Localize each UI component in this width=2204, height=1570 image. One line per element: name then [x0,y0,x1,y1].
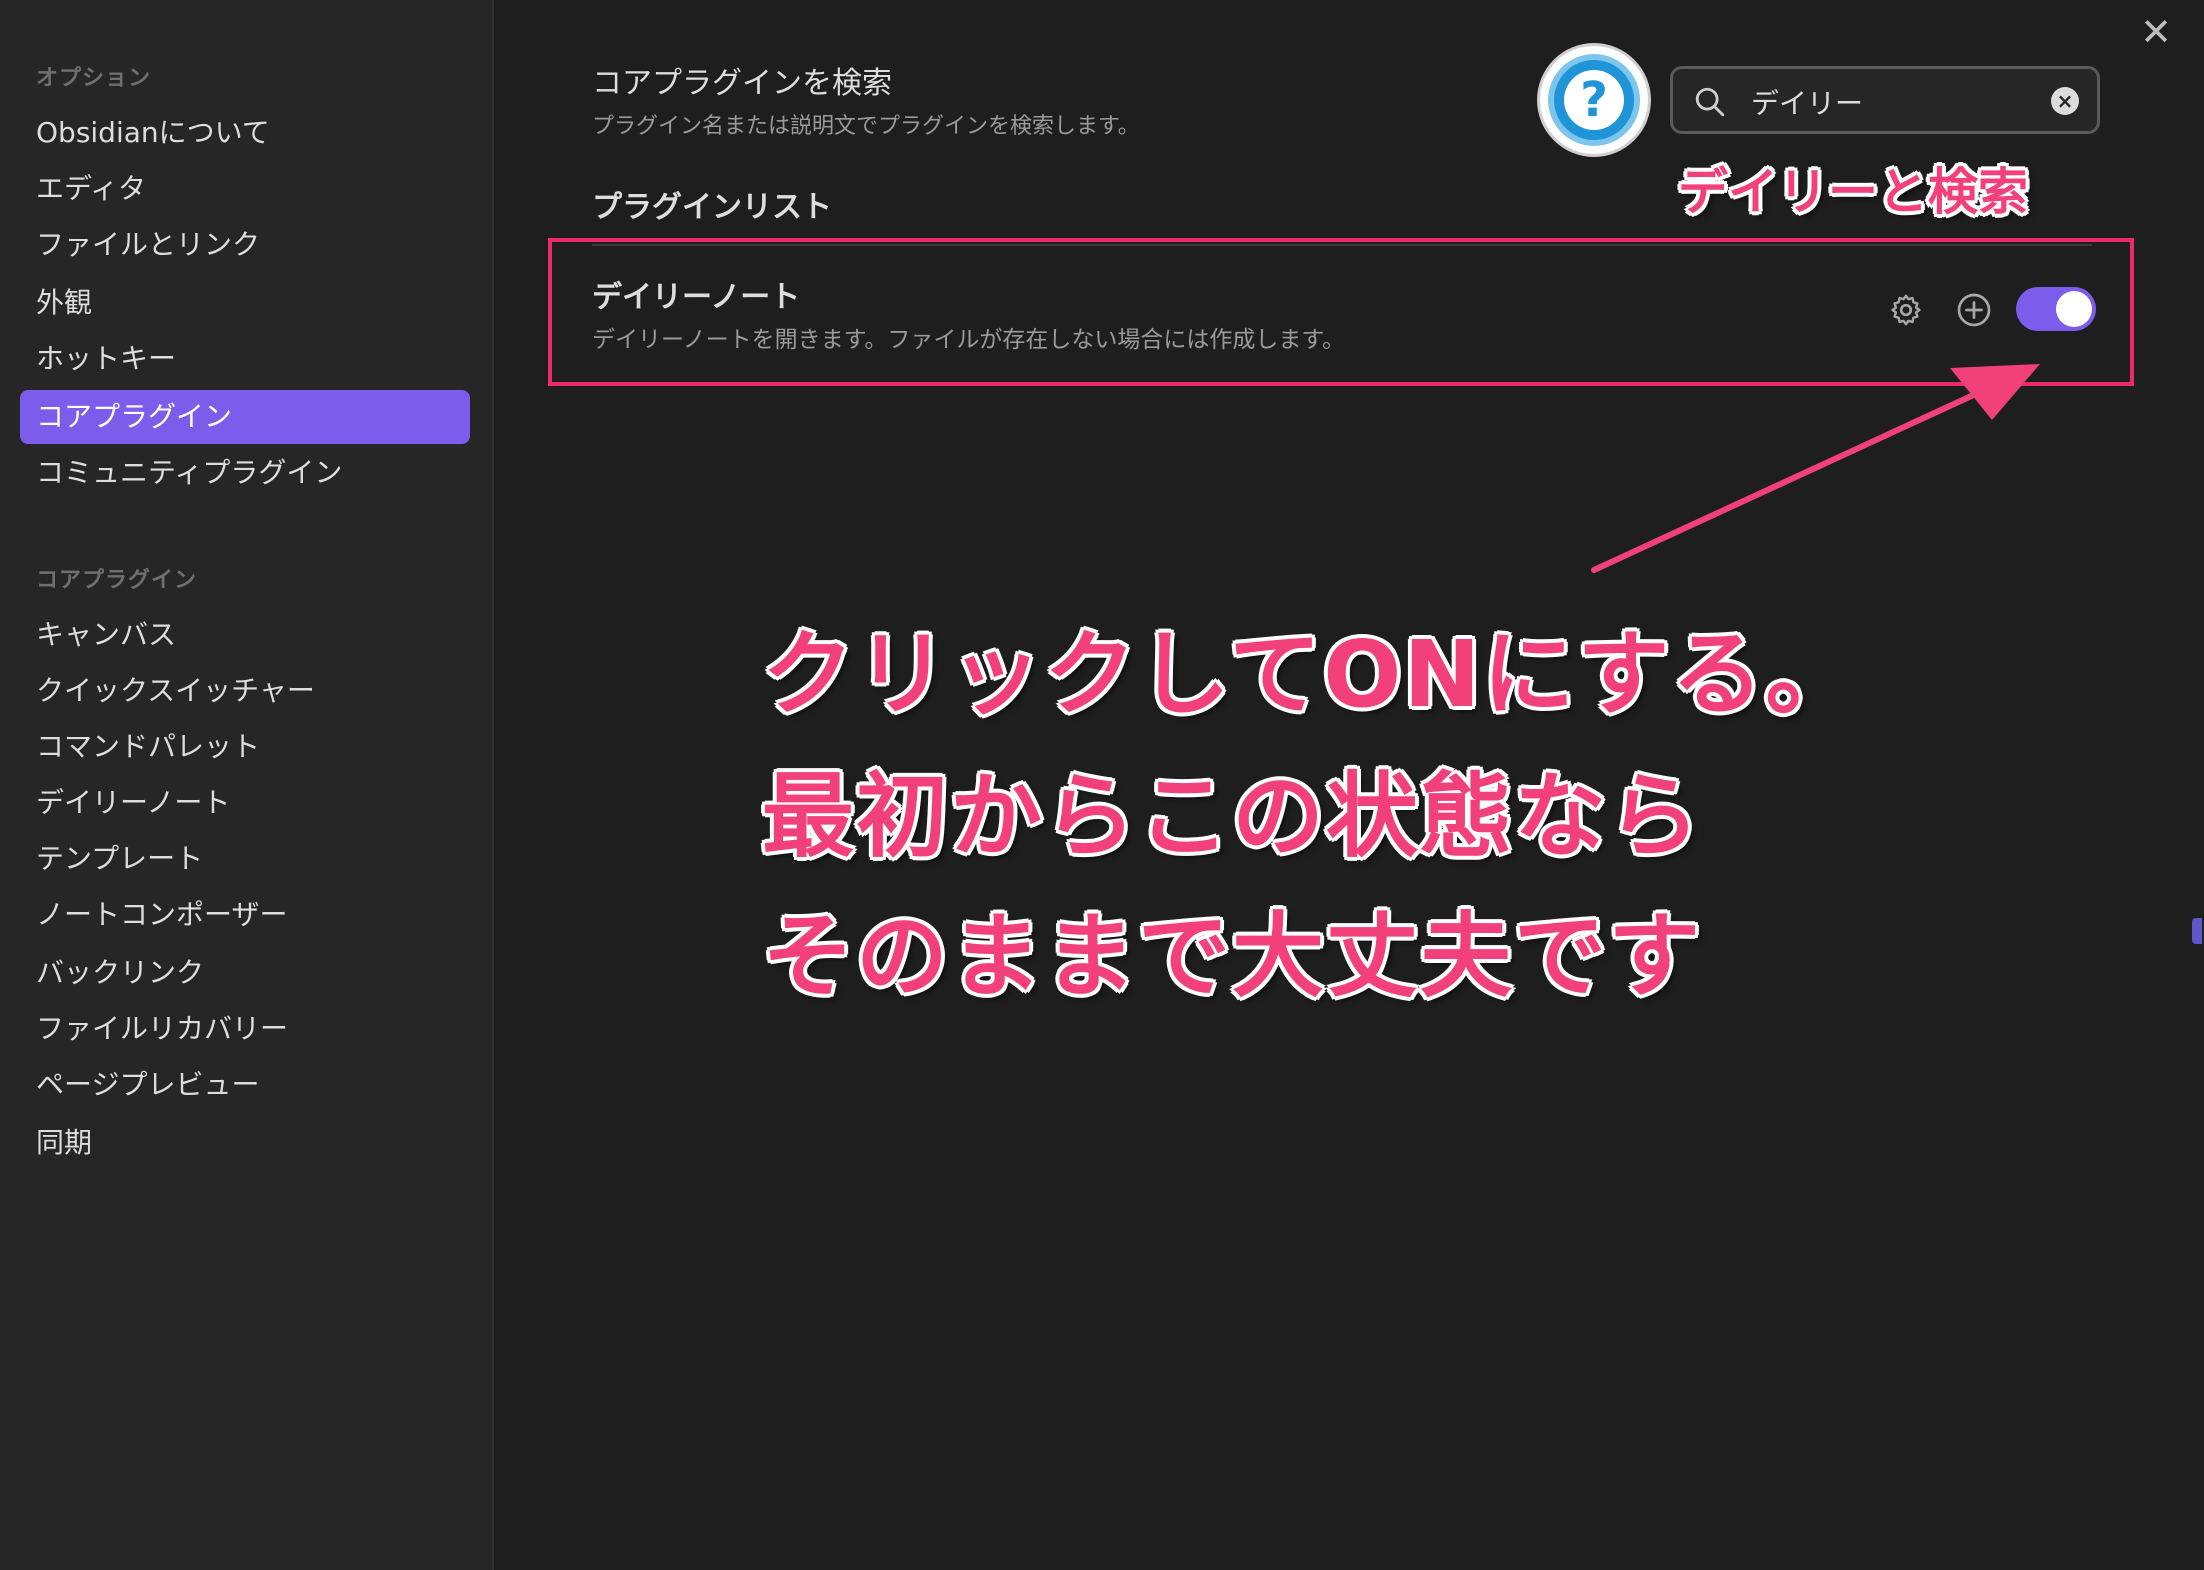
toggle-knob [2056,291,2092,327]
search-icon [1695,87,1725,117]
sidebar-item-sync[interactable]: 同期 [20,1116,470,1170]
annotation-line-2: 最初からこの状態なら [762,763,1703,870]
sidebar-item-community-plugins[interactable]: コミュニティプラグイン [20,446,470,500]
plugin-search-input[interactable] [1749,79,2013,125]
sidebar-item-about-obsidian[interactable]: Obsidianについて [20,106,470,160]
scroll-edge-handle[interactable] [2192,918,2202,944]
sidebar-item-editor[interactable]: エディタ [20,162,470,216]
sidebar-item-backlinks[interactable]: バックリンク [20,946,470,1000]
sidebar-item-page-preview[interactable]: ページプレビュー [20,1058,470,1112]
sidebar-heading-options: オプション [36,66,152,91]
annotation-line-3: そのままで大丈夫です [762,903,1703,1010]
plugin-list-heading: プラグインリスト [592,190,832,225]
annotation-search-hint: デイリーと検索 [1678,163,2028,221]
plugin-name: デイリーノート [592,280,801,315]
close-icon[interactable]: ✕ [2136,12,2176,52]
annotation-arrow [1591,364,2040,573]
sidebar-item-quick-switcher[interactable]: クイックスイッチャー [20,664,470,718]
sidebar-item-daily-notes[interactable]: デイリーノート [20,776,470,830]
clear-search-icon[interactable]: × [2051,87,2079,115]
sidebar-item-core-plugins[interactable]: コアプラグイン [20,390,470,444]
add-hotkey-icon[interactable] [1956,292,1992,328]
sidebar-item-templates[interactable]: テンプレート [20,832,470,886]
search-section-title: コアプラグインを検索 [592,66,892,101]
sidebar-item-appearance[interactable]: 外観 [20,276,470,330]
help-icon: ? [1540,46,1648,154]
settings-sidebar: オプション Obsidianについて エディタ ファイルとリンク 外観 ホットキ… [0,0,494,1570]
gear-icon[interactable] [1888,292,1924,328]
sidebar-item-file-recovery[interactable]: ファイルリカバリー [20,1002,470,1056]
sidebar-item-command-palette[interactable]: コマンドパレット [20,720,470,774]
sidebar-heading-core-plugins: コアプラグイン [36,568,198,593]
sidebar-item-hotkeys[interactable]: ホットキー [20,332,470,386]
help-glyph: ? [1564,70,1624,130]
sidebar-item-files-links[interactable]: ファイルとリンク [20,218,470,272]
plugin-description: デイリーノートを開きます。ファイルが存在しない場合には作成します。 [592,327,1346,353]
search-section-description: プラグイン名または説明文でプラグインを検索します。 [592,114,1140,139]
sidebar-item-canvas[interactable]: キャンバス [20,608,470,662]
plugin-enable-toggle[interactable] [2016,287,2096,331]
annotation-line-1: クリックしてONにする。 [762,621,1860,728]
plugin-search-box[interactable]: × [1670,66,2100,134]
sidebar-item-note-composer[interactable]: ノートコンポーザー [20,888,470,942]
